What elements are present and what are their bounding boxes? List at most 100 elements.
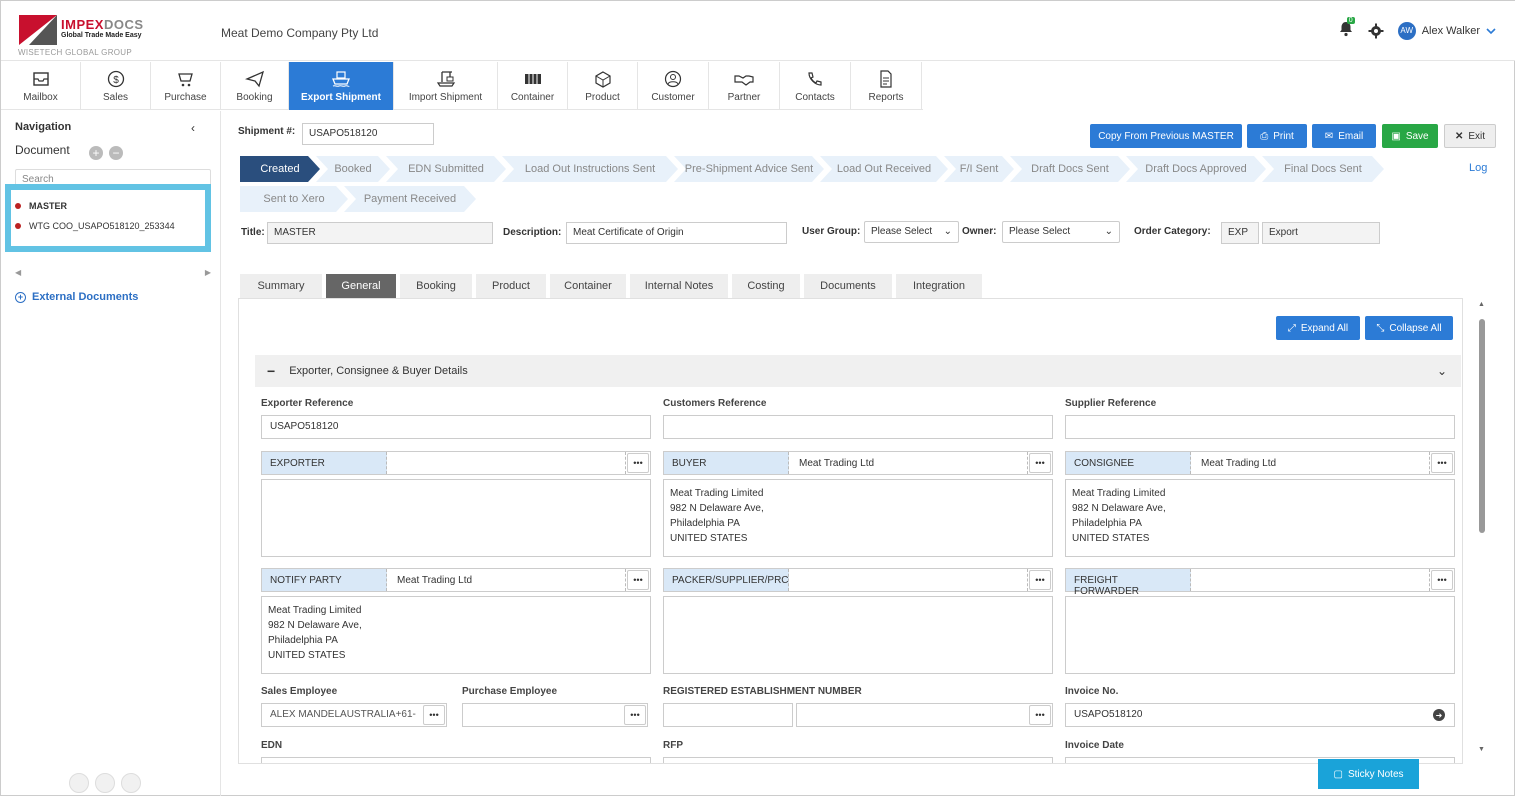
status-step[interactable]: Pre-Shipment Advice Sent	[674, 156, 824, 182]
notifications-button[interactable]: 0	[1338, 17, 1355, 40]
status-step[interactable]: Payment Received	[344, 186, 476, 212]
consignee-address[interactable]: Meat Trading Limited 982 N Delaware Ave,…	[1065, 479, 1455, 557]
customers-reference-input[interactable]	[663, 415, 1053, 439]
registered-establishment-code[interactable]	[663, 703, 793, 727]
packer-field[interactable]: PACKER/SUPPLIER/PRC •••	[663, 568, 1053, 592]
log-link[interactable]: Log	[1469, 162, 1487, 174]
notify-address[interactable]: Meat Trading Limited 982 N Delaware Ave,…	[261, 596, 651, 674]
consignee-field[interactable]: CONSIGNEE Meat Trading Ltd •••	[1065, 451, 1455, 475]
sales-employee-input[interactable]: ALEX MANDELAUSTRALIA+61-	[261, 703, 447, 727]
module-label: Reports	[868, 91, 904, 103]
buyer-lookup-button[interactable]: •••	[1029, 453, 1051, 473]
exporter-address[interactable]	[261, 479, 651, 557]
save-button[interactable]: ▣ Save	[1382, 124, 1438, 148]
nav-collapse-button[interactable]: ‹	[191, 121, 195, 135]
exporter-reference-input[interactable]: USAPO518120	[261, 415, 651, 439]
external-documents-link[interactable]: + External Documents	[15, 291, 138, 303]
buyer-address[interactable]: Meat Trading Limited 982 N Delaware Ave,…	[663, 479, 1053, 557]
supplier-reference-input[interactable]	[1065, 415, 1455, 439]
print-icon[interactable]	[95, 773, 115, 793]
tab-general[interactable]: General	[326, 274, 396, 298]
status-step[interactable]: Final Docs Sent	[1262, 156, 1384, 182]
gear-icon[interactable]	[1368, 23, 1384, 39]
sticky-notes-button[interactable]: ▢ Sticky Notes	[1318, 759, 1419, 789]
owner-select[interactable]: Please Select ⌄	[1002, 221, 1120, 243]
notify-lookup-button[interactable]: •••	[627, 570, 649, 590]
tab-container[interactable]: Container	[550, 274, 626, 298]
module-customer[interactable]: Customer	[638, 62, 709, 110]
purchase-employee-input[interactable]	[462, 703, 648, 727]
status-step[interactable]: Sent to Xero	[240, 186, 348, 212]
tree-item-master[interactable]: MASTER	[15, 196, 201, 216]
user-menu[interactable]: AW Alex Walker	[1397, 21, 1496, 40]
archive-icon[interactable]	[69, 773, 89, 793]
customers-reference-label: Customers Reference	[663, 398, 767, 409]
module-product[interactable]: Product	[568, 62, 638, 110]
tab-product[interactable]: Product	[476, 274, 546, 298]
module-contacts[interactable]: Contacts	[780, 62, 851, 110]
packer-lookup-button[interactable]: •••	[1029, 570, 1051, 590]
module-mailbox[interactable]: Mailbox	[1, 62, 81, 110]
add-document-button[interactable]: +	[89, 146, 103, 160]
module-booking[interactable]: Booking	[221, 62, 289, 110]
status-step[interactable]: Created	[240, 156, 320, 182]
notify-party-field[interactable]: NOTIFY PARTY Meat Trading Ltd •••	[261, 568, 651, 592]
invoice-no-input[interactable]: USAPO518120	[1065, 703, 1455, 727]
module-reports[interactable]: Reports	[851, 62, 922, 110]
status-step[interactable]: EDN Submitted	[386, 156, 506, 182]
status-step[interactable]: Load Out Received	[820, 156, 948, 182]
consignee-lookup-button[interactable]: •••	[1431, 453, 1453, 473]
status-step[interactable]: F/I Sent	[944, 156, 1014, 182]
email-button[interactable]: ✉ Email	[1312, 124, 1376, 148]
tab-integration[interactable]: Integration	[896, 274, 982, 298]
horizontal-scrollbar[interactable]: ◀ ▶	[15, 268, 211, 277]
exporter-lookup-button[interactable]: •••	[627, 453, 649, 473]
exporter-field[interactable]: EXPORTER •••	[261, 451, 651, 475]
edn-input[interactable]	[261, 757, 651, 763]
print-label: Print	[1273, 130, 1294, 142]
expand-all-button[interactable]: ⤢ Expand All	[1276, 316, 1360, 340]
remove-document-button[interactable]: −	[109, 146, 123, 160]
freight-address[interactable]	[1065, 596, 1455, 674]
shipment-number-input[interactable]: USAPO518120	[302, 123, 434, 145]
tab-documents[interactable]: Documents	[804, 274, 892, 298]
sales-employee-lookup-button[interactable]: •••	[423, 705, 445, 725]
status-step[interactable]: Draft Docs Approved	[1126, 156, 1266, 182]
module-partner[interactable]: Partner	[709, 62, 780, 110]
registered-establishment-lookup-button[interactable]: •••	[1029, 705, 1051, 725]
tab-costing[interactable]: Costing	[732, 274, 800, 298]
vertical-scrollbar[interactable]: ▲ ▼	[1477, 301, 1487, 756]
scroll-down-icon[interactable]: ▼	[1478, 746, 1485, 753]
status-step[interactable]: Load Out Instructions Sent	[502, 156, 678, 182]
tab-booking[interactable]: Booking	[400, 274, 472, 298]
title-input[interactable]: MASTER	[267, 222, 493, 244]
exit-button[interactable]: ✕ Exit	[1444, 124, 1496, 148]
scrollbar-thumb[interactable]	[1479, 319, 1485, 533]
module-import-shipment[interactable]: Import Shipment	[394, 62, 498, 110]
user-group-select[interactable]: Please Select ⌄	[864, 221, 959, 243]
module-sales[interactable]: $ Sales	[81, 62, 151, 110]
freight-lookup-button[interactable]: •••	[1431, 570, 1453, 590]
scroll-up-icon[interactable]: ▲	[1478, 301, 1485, 308]
tab-summary[interactable]: Summary	[240, 274, 322, 298]
collapse-all-button[interactable]: ⤡ Collapse All	[1365, 316, 1453, 340]
freight-forwarder-field[interactable]: FREIGHT FORWARDER •••	[1065, 568, 1455, 597]
status-step[interactable]: Draft Docs Sent	[1010, 156, 1130, 182]
rfp-input[interactable]	[663, 757, 1053, 763]
status-step[interactable]: Booked	[316, 156, 390, 182]
mail-icon[interactable]	[121, 773, 141, 793]
registered-establishment-input[interactable]	[796, 703, 1053, 727]
copy-from-master-button[interactable]: Copy From Previous MASTER	[1090, 124, 1242, 148]
buyer-field[interactable]: BUYER Meat Trading Ltd •••	[663, 451, 1053, 475]
print-button[interactable]: ⎙ Print	[1247, 124, 1307, 148]
description-input[interactable]: Meat Certificate of Origin	[566, 222, 787, 244]
section-header-exporter[interactable]: − Exporter, Consignee & Buyer Details ⌄	[255, 355, 1461, 387]
module-export-shipment[interactable]: Export Shipment	[289, 62, 394, 110]
arrow-right-circle-icon[interactable]: ➜	[1433, 709, 1445, 721]
tree-item-coo[interactable]: WTG COO_USAPO518120_253344	[15, 216, 201, 236]
module-purchase[interactable]: Purchase	[151, 62, 221, 110]
packer-address[interactable]	[663, 596, 1053, 674]
module-container[interactable]: Container	[498, 62, 568, 110]
tab-internal-notes[interactable]: Internal Notes	[630, 274, 728, 298]
purchase-employee-lookup-button[interactable]: •••	[624, 705, 646, 725]
